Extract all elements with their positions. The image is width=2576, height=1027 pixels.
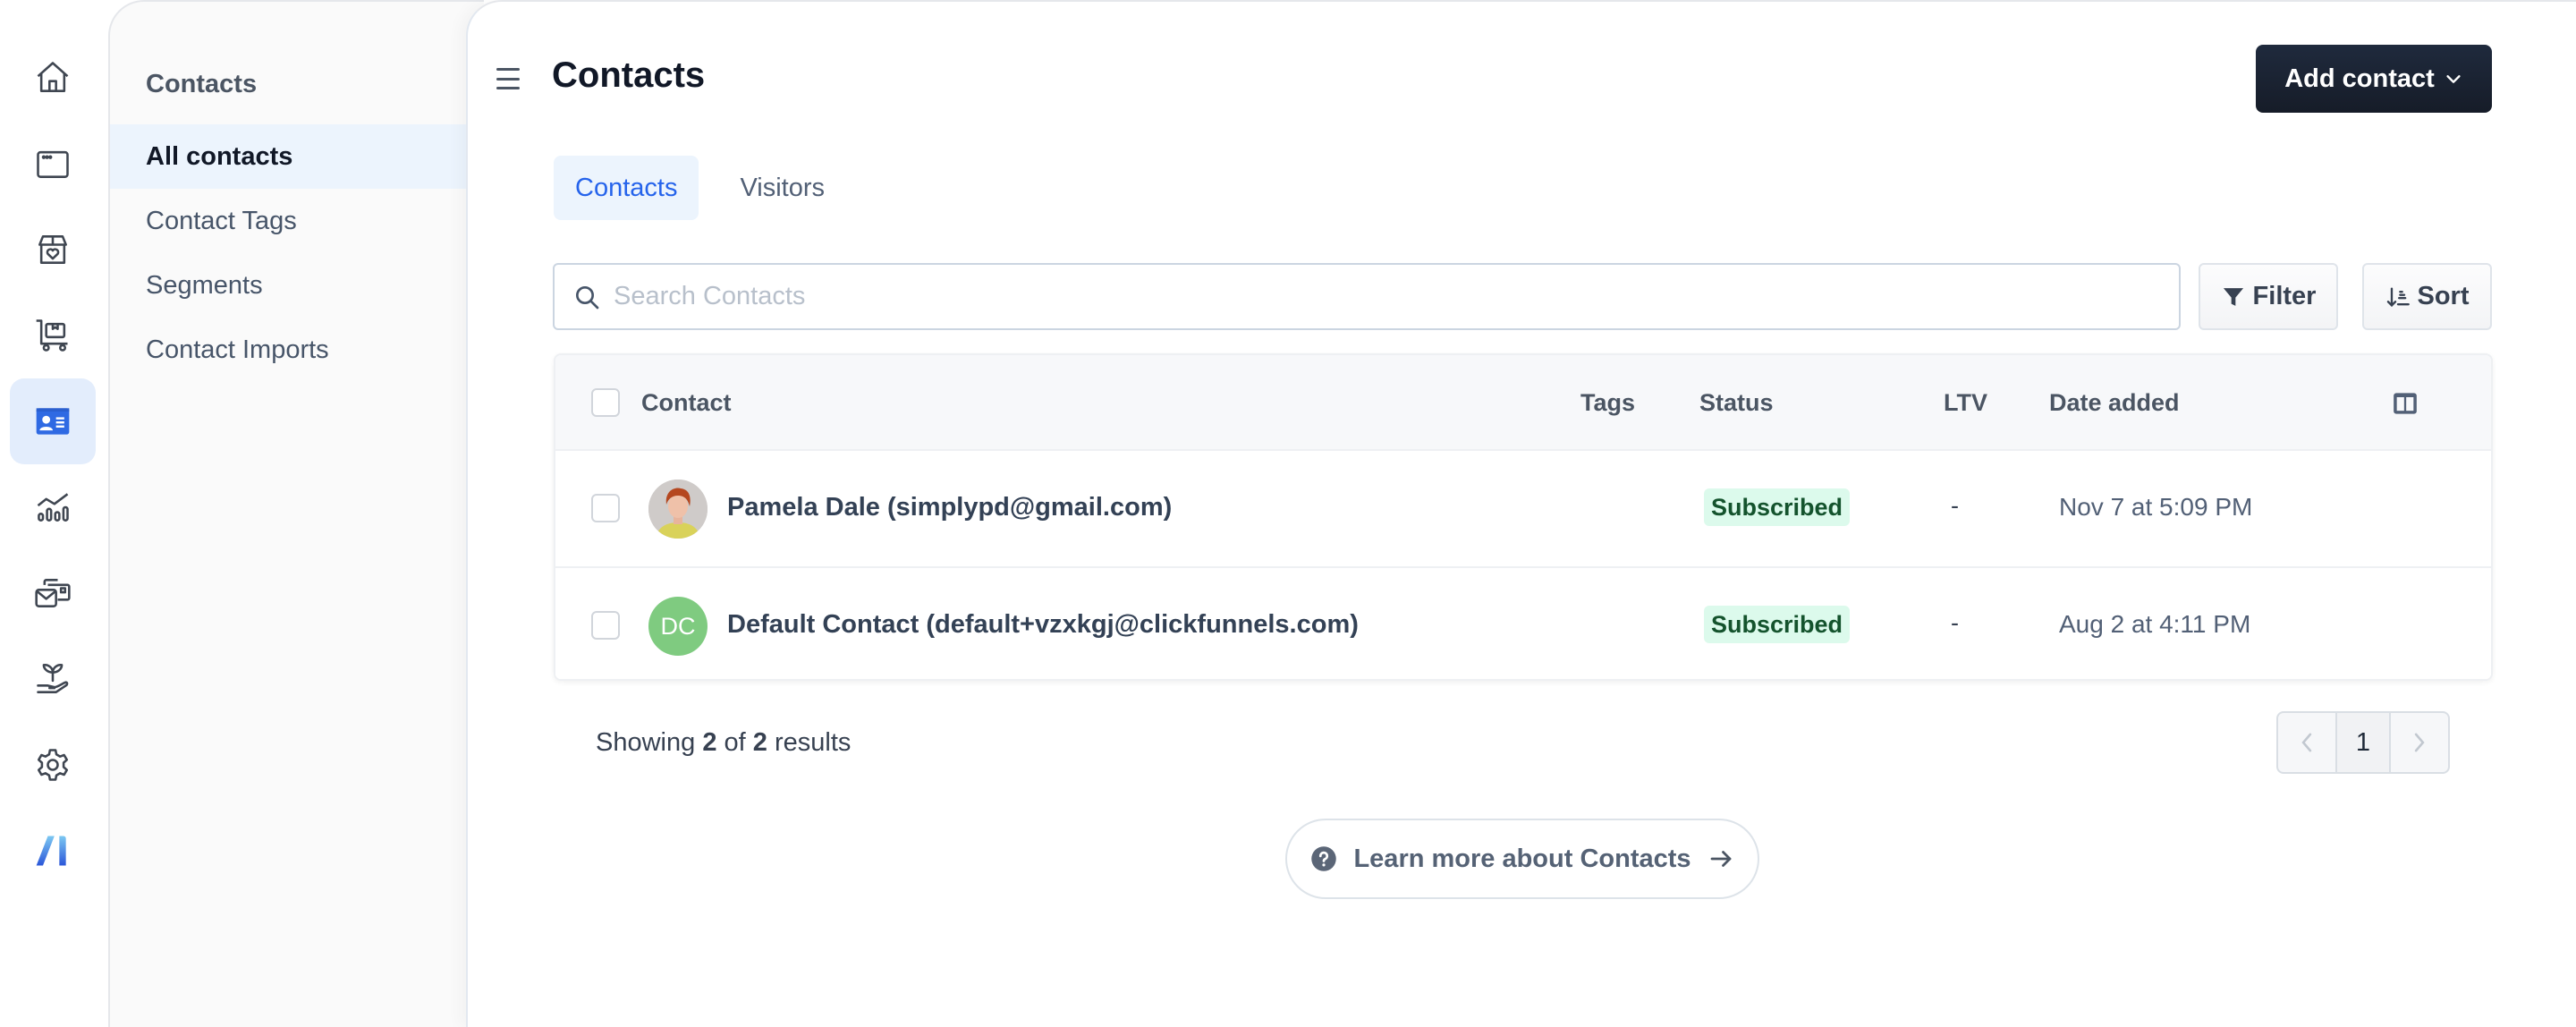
subnav-item-label: All contacts [146, 141, 293, 171]
plant-hand-icon [37, 664, 69, 693]
rail-item-settings[interactable] [10, 722, 96, 808]
main-panel: Contacts Add contact Contacts Visitors F… [466, 0, 2576, 1027]
avatar: DC [648, 597, 708, 656]
ai-logo-icon [36, 836, 66, 866]
status-badge: Subscribed [1704, 606, 1851, 643]
sort-icon [2386, 287, 2410, 307]
results-label: results [774, 728, 852, 757]
tab-label: Visitors [740, 173, 826, 202]
table-row[interactable]: DC Default Contact (default+vzxkgj@click… [555, 566, 2491, 679]
tab-label: Contacts [575, 173, 678, 202]
contact-name[interactable]: Pamela Dale (simplypd@gmail.com) [727, 493, 1172, 522]
chevron-right-icon [2414, 733, 2425, 752]
column-header-tags[interactable]: Tags [1580, 389, 1635, 417]
icon-rail [0, 0, 108, 1027]
add-contact-label: Add contact [2284, 64, 2435, 93]
gear-icon [37, 749, 69, 781]
row-checkbox[interactable] [591, 611, 620, 640]
ltv-value: - [1951, 609, 1959, 636]
learn-more-button[interactable]: Learn more about Contacts [1285, 819, 1759, 899]
contact-card-icon [36, 408, 70, 435]
subnav-item-label: Segments [146, 270, 263, 300]
column-header-ltv[interactable]: LTV [1944, 389, 1987, 417]
select-all-checkbox[interactable] [591, 388, 620, 417]
search-box [553, 263, 2181, 330]
rail-item-sites[interactable] [10, 121, 96, 207]
sort-button[interactable]: Sort [2362, 263, 2492, 330]
tab-visitors[interactable]: Visitors [718, 156, 846, 220]
shown-count: 2 [702, 728, 717, 757]
results-summary: Showing 2 of 2 results [596, 728, 851, 758]
table-row[interactable]: Pamela Dale (simplypd@gmail.com) Subscri… [555, 451, 2491, 566]
of-label: of [724, 728, 746, 757]
table-header: Contact Tags Status LTV Date added [555, 355, 2491, 451]
rail-item-marketing[interactable] [10, 550, 96, 636]
subnav-title: Contacts [146, 70, 258, 98]
subnav-item-label: Contact Tags [146, 206, 297, 235]
chevron-left-icon [2301, 733, 2312, 752]
row-checkbox[interactable] [591, 494, 620, 522]
subnav-item-label: Contact Imports [146, 335, 329, 364]
avatar [648, 480, 708, 539]
pagination: 1 [2276, 711, 2450, 774]
columns-toggle-icon[interactable] [2393, 392, 2418, 415]
column-header-status[interactable]: Status [1699, 389, 1774, 417]
showing-prefix: Showing [596, 728, 696, 757]
contacts-subnav: Contacts All contacts Contact Tags Segme… [108, 0, 484, 1027]
subnav-item-segments[interactable]: Segments [110, 253, 468, 318]
page-number-button[interactable]: 1 [2335, 713, 2391, 772]
filter-icon [2223, 287, 2243, 306]
date-added: Nov 7 at 5:09 PM [2059, 493, 2253, 521]
avatar-initials: DC [660, 612, 696, 640]
rail-item-orders[interactable] [10, 293, 96, 378]
cart-box-icon [36, 319, 68, 352]
status-badge: Subscribed [1704, 488, 1851, 526]
column-header-date-added[interactable]: Date added [2049, 389, 2180, 417]
rail-item-ai[interactable] [10, 808, 96, 894]
subnav-item-all-contacts[interactable]: All contacts [110, 124, 468, 189]
contact-name[interactable]: Default Contact (default+vzxkgj@clickfun… [727, 610, 1359, 640]
filter-button[interactable]: Filter [2199, 263, 2338, 330]
mail-wallet-icon [35, 579, 71, 607]
browser-window-icon [37, 150, 69, 178]
search-icon [576, 285, 599, 309]
rail-item-analytics[interactable] [10, 464, 96, 550]
tab-contacts[interactable]: Contacts [554, 156, 699, 220]
tabs: Contacts Visitors [554, 156, 846, 220]
rail-item-products[interactable] [10, 207, 96, 293]
learn-more-label: Learn more about Contacts [1353, 844, 1691, 873]
menu-toggle-icon[interactable] [496, 68, 520, 89]
rail-item-home[interactable] [10, 35, 96, 121]
help-circle-icon [1311, 846, 1337, 871]
total-count: 2 [752, 728, 767, 757]
box-heart-icon [38, 235, 67, 264]
chart-icon [37, 493, 69, 522]
subnav-item-contact-imports[interactable]: Contact Imports [110, 318, 468, 382]
subnav-item-contact-tags[interactable]: Contact Tags [110, 189, 468, 253]
page-title: Contacts [552, 55, 706, 95]
rail-item-contacts[interactable] [10, 378, 96, 464]
previous-page-button[interactable] [2278, 713, 2335, 772]
ltv-value: - [1951, 492, 1959, 519]
chevron-down-icon [2446, 75, 2461, 83]
date-added: Aug 2 at 4:11 PM [2059, 610, 2251, 638]
filter-label: Filter [2252, 282, 2317, 310]
sort-label: Sort [2417, 282, 2470, 310]
add-contact-button[interactable]: Add contact [2256, 45, 2492, 113]
home-icon [37, 62, 69, 92]
search-input[interactable] [614, 282, 2134, 311]
arrow-right-icon [1710, 851, 1731, 867]
avatar-photo [648, 480, 708, 539]
column-header-contact[interactable]: Contact [641, 389, 732, 417]
contacts-table: Contact Tags Status LTV Date added Pamel… [554, 353, 2493, 681]
rail-item-grow[interactable] [10, 636, 96, 722]
next-page-button[interactable] [2391, 713, 2448, 772]
